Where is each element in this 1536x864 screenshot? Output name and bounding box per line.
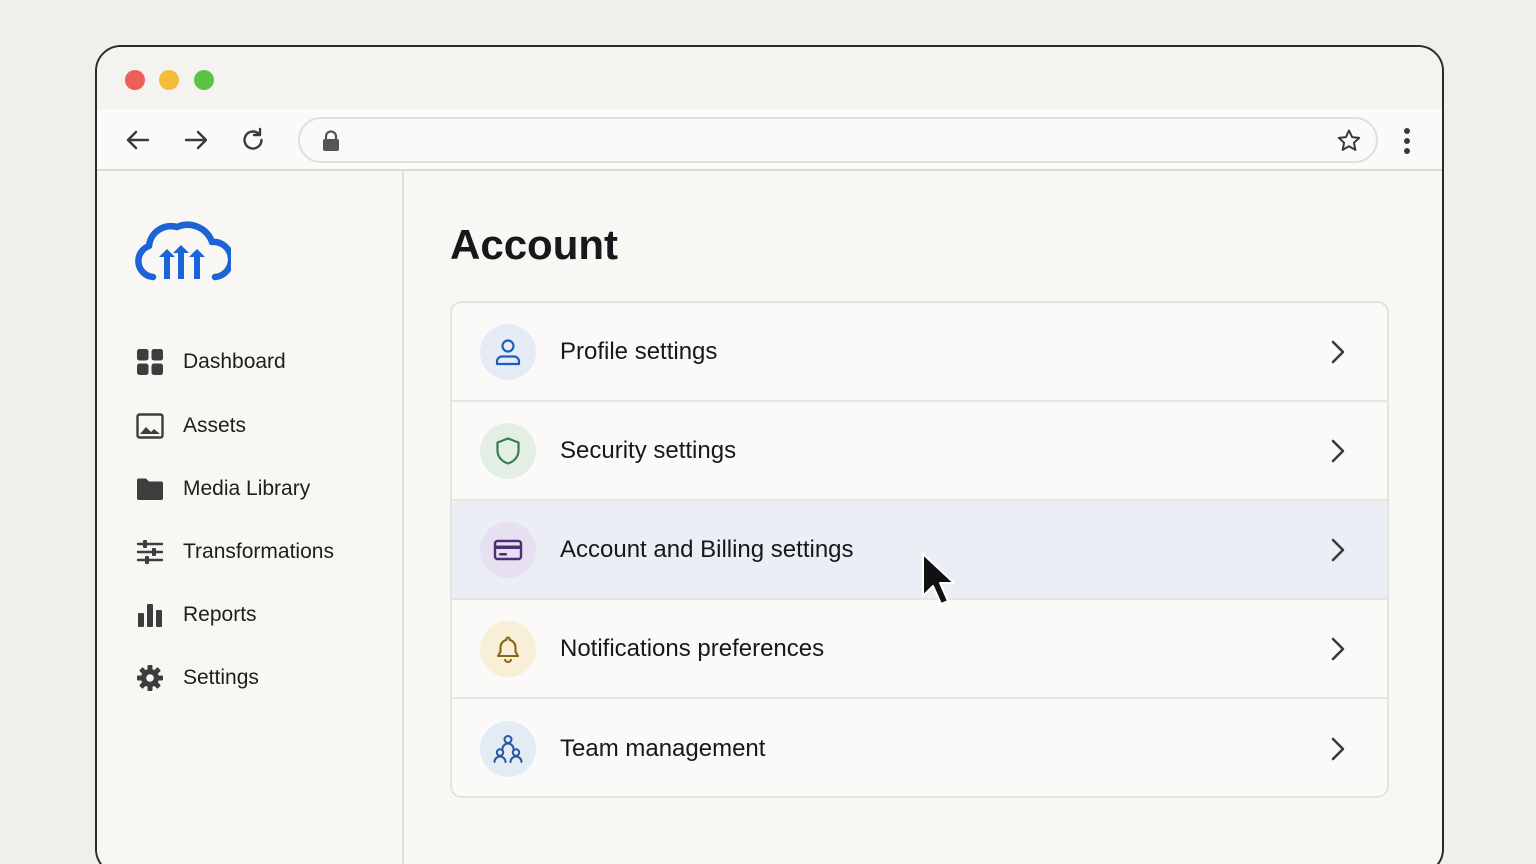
sidebar-item-label: Media Library: [183, 477, 311, 500]
cloud-upload-logo[interactable]: [133, 217, 231, 283]
row-label: Profile settings: [560, 337, 718, 365]
gear-icon: [135, 663, 165, 693]
page-title: Account: [450, 221, 618, 268]
user-icon: [480, 323, 536, 380]
reload-button[interactable]: [238, 125, 268, 155]
arrow-right-icon: [184, 130, 208, 150]
bookmark-star-icon[interactable]: [1336, 128, 1362, 154]
browser-toolbar: [97, 109, 1442, 171]
sidebar-item-label: Assets: [183, 414, 247, 437]
sidebar-item-label: Dashboard: [183, 350, 286, 373]
lock-icon: [323, 130, 339, 151]
chevron-right-icon: [1331, 637, 1345, 660]
settings-list: Profile settings Security settings Accou…: [450, 301, 1389, 798]
shield-icon: [480, 422, 536, 479]
row-label: Notifications preferences: [560, 634, 825, 662]
credit-card-icon: [480, 521, 536, 578]
sidebar-item-media-library[interactable]: Media Library: [135, 469, 310, 509]
arrow-left-icon: [126, 130, 150, 150]
sidebar-item-label: Transformations: [183, 540, 334, 563]
sidebar-item-transformations[interactable]: Transformations: [135, 532, 334, 572]
chevron-right-icon: [1331, 737, 1345, 760]
bell-icon: [480, 620, 536, 677]
sidebar-item-reports[interactable]: Reports: [135, 595, 257, 635]
image-icon: [135, 411, 165, 441]
main-content: Account Profile settings Security settin…: [404, 171, 1442, 864]
forward-button[interactable]: [181, 125, 211, 155]
notifications-preferences-row[interactable]: Notifications preferences: [452, 600, 1387, 699]
sidebar-item-assets[interactable]: Assets: [135, 406, 246, 446]
reload-icon: [243, 127, 263, 150]
more-menu-icon[interactable]: [1394, 127, 1420, 155]
dashboard-grid-icon: [135, 347, 165, 377]
chevron-right-icon: [1331, 340, 1345, 363]
row-label: Security settings: [560, 436, 737, 464]
row-label: Account and Billing settings: [560, 535, 854, 563]
account-billing-settings-row[interactable]: Account and Billing settings: [452, 501, 1387, 600]
security-settings-row[interactable]: Security settings: [452, 402, 1387, 501]
folder-icon: [135, 474, 165, 504]
minimize-window-button[interactable]: [159, 70, 179, 90]
team-management-row[interactable]: Team management: [452, 699, 1387, 796]
team-icon: [480, 720, 536, 777]
maximize-window-button[interactable]: [194, 70, 214, 90]
sidebar-item-label: Settings: [183, 666, 259, 689]
row-label: Team management: [560, 734, 766, 762]
chevron-right-icon: [1331, 538, 1345, 561]
chevron-right-icon: [1331, 439, 1345, 462]
address-bar[interactable]: [298, 117, 1378, 163]
browser-window: Dashboard Assets Media Library Transform…: [95, 45, 1444, 864]
bar-chart-icon: [135, 600, 165, 630]
sliders-icon: [135, 537, 165, 567]
sidebar-item-label: Reports: [183, 603, 257, 626]
profile-settings-row[interactable]: Profile settings: [452, 303, 1387, 402]
close-window-button[interactable]: [125, 70, 145, 90]
title-bar: [97, 47, 1442, 109]
sidebar-item-dashboard[interactable]: Dashboard: [135, 342, 286, 382]
sidebar: Dashboard Assets Media Library Transform…: [97, 171, 404, 864]
back-button[interactable]: [123, 125, 153, 155]
sidebar-item-settings[interactable]: Settings: [135, 658, 259, 698]
